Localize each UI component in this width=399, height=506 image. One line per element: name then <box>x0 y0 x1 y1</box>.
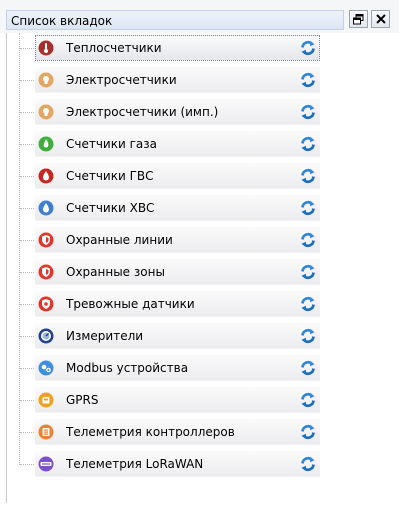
tree-branch-line <box>20 336 34 337</box>
refresh-icon[interactable] <box>300 264 316 280</box>
tab-item[interactable]: Электросчетчики <box>19 66 320 94</box>
lorawan-icon <box>38 456 54 472</box>
tree-branch-line <box>20 464 34 465</box>
tab-item-label: Тревожные датчики <box>66 297 195 311</box>
panel-title-bar: Список вкладок <box>6 10 344 30</box>
tab-item-label: Электросчетчики <box>66 73 177 87</box>
tree-branch-line <box>20 400 34 401</box>
controller-icon <box>38 424 54 440</box>
refresh-icon[interactable] <box>300 232 316 248</box>
tree-branch-line <box>20 80 34 81</box>
tab-item[interactable]: Телеметрия контроллеров <box>19 418 320 446</box>
lightbulb-icon <box>38 104 54 120</box>
hot-water-drop-icon <box>38 168 54 184</box>
panel-title: Список вкладок <box>11 14 113 28</box>
gas-flame-icon <box>38 136 54 152</box>
tab-item[interactable]: Электросчетчики (имп.) <box>19 98 320 126</box>
tab-item[interactable]: GPRS <box>19 386 320 414</box>
gprs-modem-icon <box>38 392 54 408</box>
panel-left-border <box>6 33 7 503</box>
tree-branch-line <box>20 304 34 305</box>
refresh-icon[interactable] <box>300 328 316 344</box>
tab-item[interactable]: Охранные зоны <box>19 258 320 286</box>
tree-branch-line <box>20 176 34 177</box>
alarm-shield-icon <box>38 296 54 312</box>
security-shield-icon <box>38 232 54 248</box>
refresh-icon[interactable] <box>300 360 316 376</box>
tab-item[interactable]: Измерители <box>19 322 320 350</box>
tab-item[interactable]: Счетчики ГВС <box>19 162 320 190</box>
refresh-icon[interactable] <box>300 168 316 184</box>
tab-item-label: Телеметрия контроллеров <box>66 425 235 439</box>
tab-item-label: Охранные линии <box>66 233 173 247</box>
meter-gauge-icon <box>38 328 54 344</box>
tab-item-label: GPRS <box>66 393 99 407</box>
tab-item-label: Охранные зоны <box>66 265 165 279</box>
tree-branch-line <box>20 368 34 369</box>
security-shield-icon <box>38 264 54 280</box>
tree-branch-line <box>20 48 34 49</box>
tree-branch-line <box>20 432 34 433</box>
tree-branch-line <box>20 240 34 241</box>
refresh-icon[interactable] <box>300 136 316 152</box>
tab-item[interactable]: Modbus устройства <box>19 354 320 382</box>
thermometer-icon <box>38 40 54 56</box>
tab-item-label: Счетчики газа <box>66 137 157 151</box>
modbus-device-icon <box>38 360 54 376</box>
tab-item-label: Modbus устройства <box>66 361 189 375</box>
refresh-icon[interactable] <box>300 392 316 408</box>
tab-item[interactable]: Телеметрия LoRaWAN <box>19 450 320 478</box>
refresh-icon[interactable] <box>300 424 316 440</box>
cold-water-drop-icon <box>38 200 54 216</box>
tab-item[interactable]: Теплосчетчики <box>19 34 320 62</box>
tab-item-label: Электросчетчики (имп.) <box>66 105 219 119</box>
tab-item-label: Теплосчетчики <box>66 41 162 55</box>
tree-branch-line <box>20 112 34 113</box>
restore-window-button[interactable] <box>349 10 368 28</box>
tree-branch-line <box>20 144 34 145</box>
close-icon <box>375 14 386 24</box>
refresh-icon[interactable] <box>300 104 316 120</box>
refresh-icon[interactable] <box>300 296 316 312</box>
restore-window-icon <box>353 13 364 24</box>
tab-item-label: Счетчики ХВС <box>66 201 155 215</box>
panel-header: Список вкладок <box>0 0 399 33</box>
tree-branch-line <box>20 208 34 209</box>
tab-item-label: Измерители <box>66 329 144 343</box>
tab-item-label: Телеметрия LoRaWAN <box>66 457 204 471</box>
tree-branch-line <box>20 272 34 273</box>
tab-item[interactable]: Охранные линии <box>19 226 320 254</box>
refresh-icon[interactable] <box>300 456 316 472</box>
tab-item[interactable]: Счетчики газа <box>19 130 320 158</box>
lightbulb-icon <box>38 72 54 88</box>
refresh-icon[interactable] <box>300 200 316 216</box>
tab-item[interactable]: Счетчики ХВС <box>19 194 320 222</box>
close-panel-button[interactable] <box>371 10 390 28</box>
refresh-icon[interactable] <box>300 72 316 88</box>
refresh-icon[interactable] <box>300 40 316 56</box>
tab-item[interactable]: Тревожные датчики <box>19 290 320 318</box>
tab-item-label: Счетчики ГВС <box>66 169 154 183</box>
